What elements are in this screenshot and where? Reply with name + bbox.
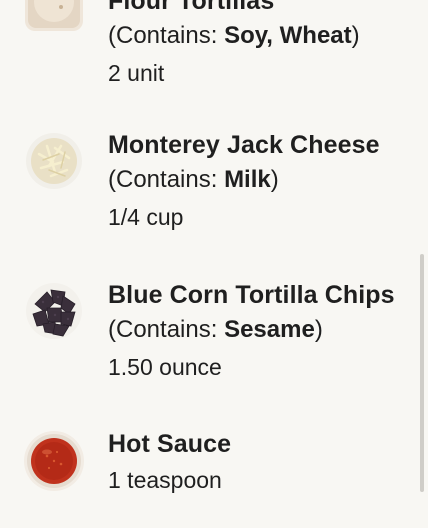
ingredient-allergens: (Contains: Milk) — [108, 165, 420, 195]
allergen-suffix: ) — [270, 166, 279, 193]
flour-tortilla-image — [25, 0, 83, 31]
allergen-suffix: ) — [314, 316, 323, 343]
allergen-prefix: (Contains: — [108, 316, 225, 343]
ingredient-quantity: 1 teaspoon — [108, 467, 222, 493]
ingredient-quantity: 1.50 ounce — [108, 354, 222, 380]
scrollbar[interactable] — [420, 254, 424, 492]
allergen-prefix: (Contains: — [108, 22, 225, 49]
shredded-cheese-image — [25, 132, 83, 190]
ingredient-list: Flour Tortillas (Contains: Soy, Wheat) 2… — [0, 0, 428, 528]
ingredient-name: Monterey Jack Cheese — [108, 131, 380, 159]
ingredient-name: Hot Sauce — [108, 430, 232, 458]
allergen-list: Soy, Wheat — [224, 22, 352, 49]
allergen-suffix: ) — [351, 22, 360, 49]
allergen-prefix: (Contains: — [108, 166, 225, 193]
allergen-list: Milk — [224, 166, 271, 193]
ingredient-allergens: (Contains: Sesame) — [108, 315, 420, 345]
ingredient-name: Flour Tortillas — [108, 0, 275, 15]
ingredient-allergens: (Contains: Soy, Wheat) — [108, 21, 420, 51]
allergen-list: Sesame — [224, 316, 315, 343]
tortilla-chips-image — [25, 282, 83, 340]
ingredient-name: Blue Corn Tortilla Chips — [108, 281, 395, 309]
ingredient-quantity: 2 unit — [108, 60, 165, 86]
ingredient-quantity: 1/4 cup — [108, 204, 184, 230]
hot-sauce-image — [23, 430, 85, 492]
